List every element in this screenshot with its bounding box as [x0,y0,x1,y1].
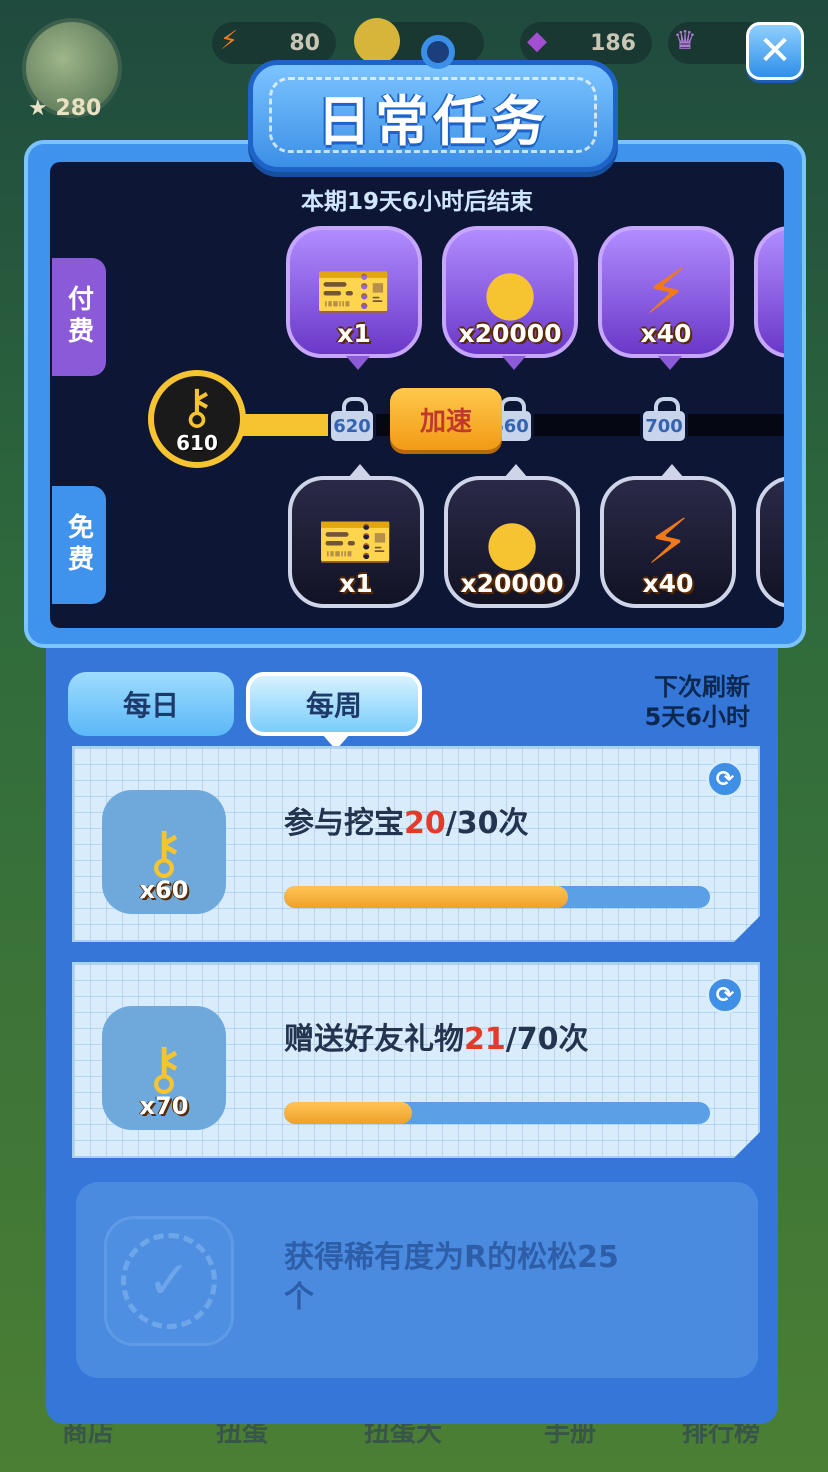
close-button[interactable]: ✕ [746,22,804,80]
title-ring [421,35,455,69]
avatar-stars: ★ 280 [28,96,102,121]
gem-icon: ◆ [527,26,547,56]
close-icon: ✕ [758,28,792,74]
paid-reward-4-partial[interactable] [754,226,784,358]
free-reward-2[interactable]: ● x20000 [444,464,580,608]
milestone-lock-1: 620 [328,397,376,444]
task-title: 参与挖宝20/30次 [284,806,529,841]
task-progress-bar [284,886,710,908]
task-progress-fill [284,886,568,908]
title-plate: 日常任务 [248,35,618,172]
reward-track-panel: 本期19天6小时后结束 付费 免费 🎫 x1 ● x20000 ⚡ x40 ⚷ … [24,140,806,648]
lightning-icon: ⚡ [646,505,690,578]
refresh-timer: 下次刷新 5天6小时 [644,673,750,731]
speed-up-button[interactable]: 加速 [390,388,502,450]
free-reward-3[interactable]: ⚡ x40 [600,464,736,608]
task-title: 赠送好友礼物21/70次 [284,1022,589,1057]
paid-reward-2[interactable]: ● x20000 [442,226,578,370]
free-reward-1[interactable]: 🎫 x1 [288,464,424,608]
ticket-icon: 🎫 [315,255,393,328]
refresh-icon[interactable]: ⟳ [706,976,744,1014]
page-title: 日常任务 [317,89,549,153]
tab-free-track[interactable]: 免费 [52,486,106,604]
lightning-icon: ⚡ [644,255,688,328]
energy-counter[interactable]: ⚡ 80 [212,22,336,64]
completed-badge: ✓ [104,1216,234,1346]
track-progress [230,414,340,436]
refresh-icon[interactable]: ⟳ [706,760,744,798]
reward-track: 本期19天6小时后结束 付费 免费 🎫 x1 ● x20000 ⚡ x40 ⚷ … [50,162,784,628]
coin-icon: ● [482,255,538,328]
completed-task-title: 获得稀有度为R的松松25个 [284,1240,619,1315]
crown-icon: ♛ [673,26,697,56]
paid-reward-1[interactable]: 🎫 x1 [286,226,422,370]
task-progress-bar [284,1102,710,1124]
tab-daily[interactable]: 每日 [68,672,234,736]
task-progress-fill [284,1102,412,1124]
milestone-lock-3: 700 [640,397,688,444]
key-icon: ⚷ [142,818,186,886]
paid-reward-3[interactable]: ⚡ x40 [598,226,734,370]
period-countdown: 本期19天6小时后结束 [300,189,533,215]
current-keys-badge: ⚷ 610 [148,370,246,468]
task-reward: ⚷ x70 [102,1006,226,1130]
coin-icon [354,18,400,64]
checkmark-icon: ✓ [121,1233,217,1329]
key-icon: ⚷ [179,379,215,435]
ticket-icon: 🎫 [317,505,395,578]
key-icon: ⚷ [142,1034,186,1102]
completed-task-card: ✓ 获得稀有度为R的松松25个 [76,1182,758,1378]
task-reward: ⚷ x60 [102,790,226,914]
free-reward-4-partial[interactable] [756,476,784,608]
task-card[interactable]: ⚷ x70 赠送好友礼物21/70次 ⟳ [72,962,760,1158]
coin-icon: ● [484,505,540,578]
task-card[interactable]: ⚷ x60 参与挖宝20/30次 ⟳ [72,746,760,942]
tab-weekly[interactable]: 每周 [246,672,422,750]
tab-paid-track[interactable]: 付费 [52,258,106,376]
gem-counter[interactable]: ◆ 186 [520,22,652,64]
lightning-icon: ⚡ [219,26,239,56]
